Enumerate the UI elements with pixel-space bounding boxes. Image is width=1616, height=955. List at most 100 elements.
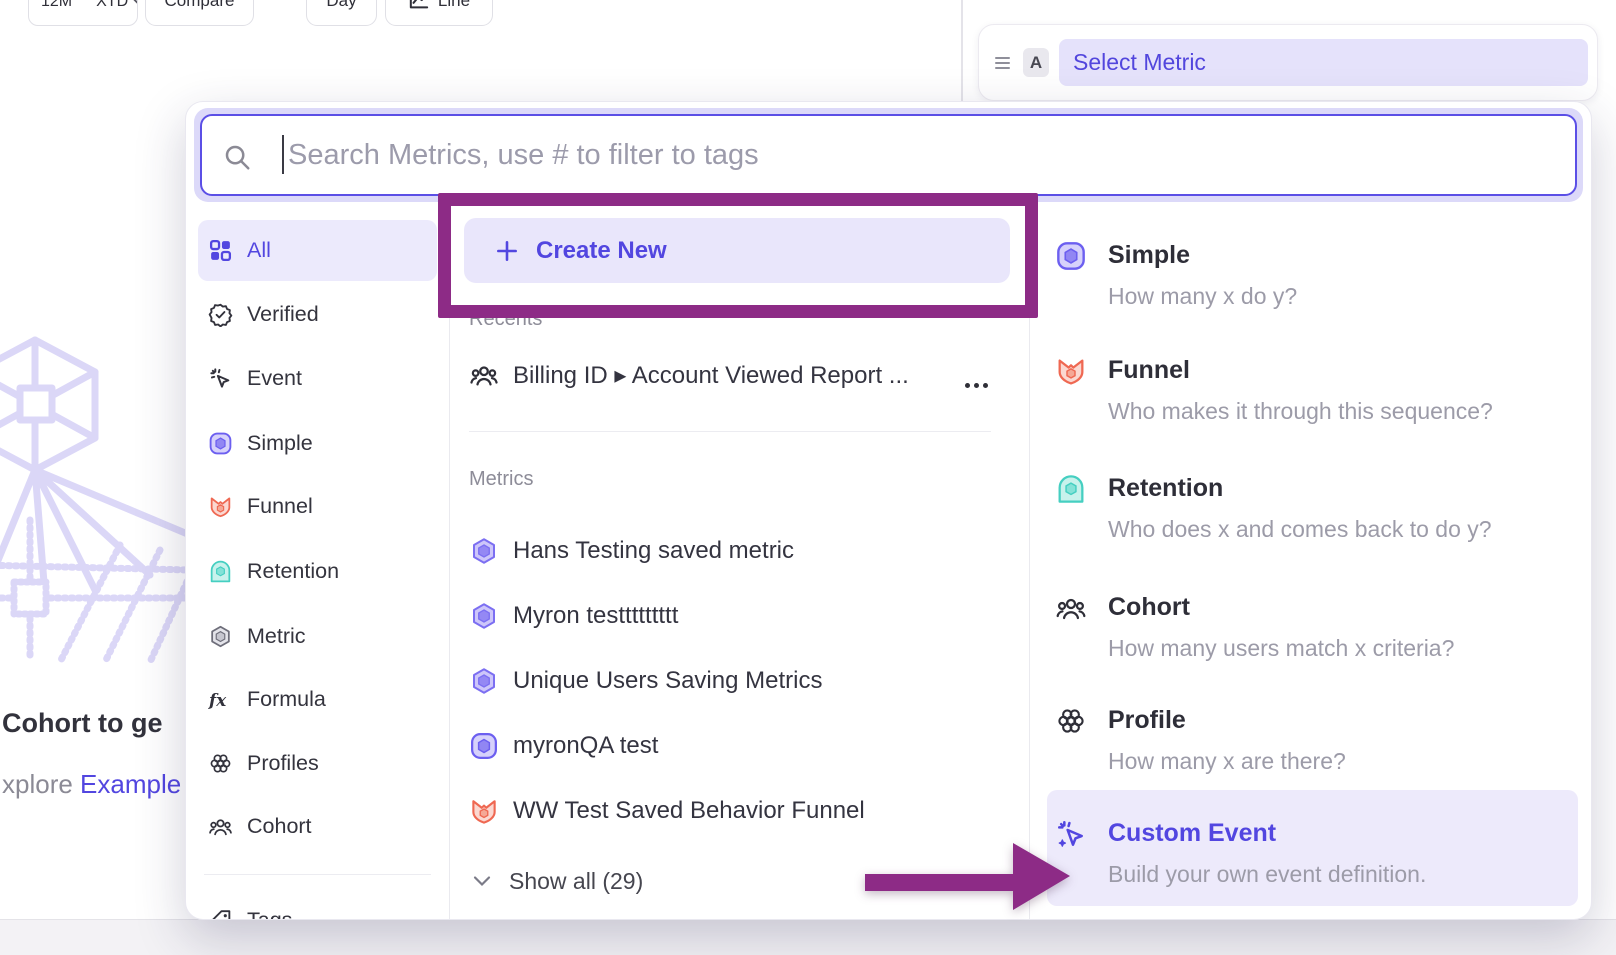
sidebar-item-all[interactable]: All [198,220,437,281]
series-a-badge: A [1023,48,1049,77]
formula-fx-icon: fx [207,686,233,712]
show-all-label: Show all (29) [509,868,643,895]
types-divider [1029,206,1030,919]
create-new-button[interactable]: Create New [464,218,1010,283]
funnel-icon [469,796,499,826]
metric-list-item[interactable]: Myron testtttttttt [469,595,678,637]
range-xtd-button[interactable]: XTD [84,0,138,25]
funnel-icon [1055,355,1087,387]
chevron-down-icon [473,875,491,887]
search-box [200,114,1577,196]
sidebar-label: Formula [247,687,326,712]
simple-metric-icon [469,731,499,761]
sidebar-item-cohort[interactable]: Cohort [198,798,437,854]
type-funnel-desc: Who makes it through this sequence? [1108,398,1493,425]
recent-item-billing[interactable]: Billing ID ▸ Account Viewed Report ... [469,354,909,396]
sidebar-item-funnel[interactable]: Funnel [198,478,437,534]
metric-item-label: Hans Testing saved metric [513,537,794,565]
cohort-people-icon [469,360,499,390]
metric-hexagon-icon [469,536,499,566]
sidebar-bottom-divider [204,874,431,875]
chevron-down-icon [133,0,138,7]
type-custom-event-desc: Build your own event definition. [1108,861,1426,888]
sidebar-label: Verified [247,302,319,327]
sidebar-label: Simple [247,431,313,456]
recents-header: Recents [469,308,542,331]
create-new-label: Create New [536,237,667,265]
type-simple-desc: How many x do y? [1108,283,1297,310]
retention-icon [207,558,233,584]
metric-item-label: WW Test Saved Behavior Funnel [513,797,865,825]
sidebar-label: All [247,238,271,263]
explore-prefix-text: xplore [2,769,80,799]
chart-type-label: Line [438,0,470,11]
grid-icon [207,238,233,264]
background-headline: Cohort to ge [2,708,186,739]
profiles-flower-icon [207,750,233,776]
event-cursor-icon [207,365,233,391]
metric-slot-card: A Select Metric [978,24,1598,101]
sidebar-item-profiles[interactable]: Profiles [198,735,437,791]
type-profile[interactable]: Profile [1108,706,1186,735]
select-metric-field[interactable]: Select Metric [1059,39,1588,86]
chart-type-line-button[interactable]: Line [385,0,493,26]
type-profile-desc: How many x are there? [1108,748,1346,775]
metric-list-item[interactable]: Unique Users Saving Metrics [469,660,822,702]
sidebar-item-event[interactable]: Event [198,350,437,406]
type-retention-desc: Who does x and comes back to do y? [1108,516,1492,543]
metric-hexagon-icon [469,666,499,696]
interval-day-button[interactable]: Day [306,0,377,26]
custom-event-highlight [1047,790,1578,906]
type-custom-event[interactable]: Custom Event [1108,819,1276,848]
recent-item-overflow-dots[interactable] [965,383,988,388]
compare-label: Compare [165,0,235,11]
compare-button[interactable]: Compare [145,0,254,26]
custom-event-cursor-icon [1055,818,1087,850]
simple-metric-icon [1055,240,1087,272]
range-12m-button[interactable]: 12M [29,0,84,25]
metric-list-item[interactable]: WW Test Saved Behavior Funnel [469,790,865,832]
line-chart-icon [408,0,430,11]
tag-icon [207,907,233,920]
drag-handle-icon[interactable] [994,55,1012,71]
simple-metric-icon [207,430,233,456]
metric-item-label: Unique Users Saving Metrics [513,667,822,695]
metric-hexagon-icon [469,601,499,631]
svg-text:fx: fx [208,689,227,709]
sidebar-item-formula[interactable]: fx Formula [198,671,437,727]
sidebar-divider [449,206,450,919]
funnel-icon [207,493,233,519]
sidebar-label: Retention [247,559,339,584]
metric-list-item[interactable]: Hans Testing saved metric [469,530,794,572]
type-cohort[interactable]: Cohort [1108,593,1190,622]
sidebar-item-verified[interactable]: Verified [198,286,437,342]
metric-item-label: Myron testtttttttt [513,602,678,630]
sidebar-item-tags[interactable]: Tags [198,892,437,920]
metric-list-item[interactable]: myronQA test [469,725,658,767]
cohort-people-icon [207,813,233,839]
profiles-flower-icon [1055,705,1087,737]
recents-metrics-divider [469,431,991,432]
verified-seal-icon [207,301,233,327]
search-input[interactable] [202,116,1575,194]
sidebar-label: Event [247,366,302,391]
sidebar-label: Tags [247,908,292,921]
page-bottom-strip [0,919,1616,955]
recent-item-label: Billing ID ▸ Account Viewed Report ... [513,361,909,390]
show-all-toggle[interactable]: Show all (29) [469,860,643,902]
type-cohort-desc: How many users match x criteria? [1108,635,1454,662]
plus-icon [494,238,520,264]
sidebar-item-retention[interactable]: Retention [198,543,437,599]
type-simple[interactable]: Simple [1108,241,1190,270]
example-link[interactable]: Example [80,769,181,799]
date-range-segmented-control[interactable]: 12M XTD [28,0,138,26]
metric-picker-modal: All Verified Event Simple Funnel Retenti… [185,101,1592,920]
cohort-people-icon [1055,592,1087,624]
sidebar-label: Funnel [247,494,313,519]
sidebar-item-simple[interactable]: Simple [198,415,437,471]
interval-label: Day [326,0,356,11]
type-retention[interactable]: Retention [1108,474,1223,503]
range-xtd-label: XTD [96,0,128,11]
type-funnel[interactable]: Funnel [1108,356,1190,385]
sidebar-item-metric[interactable]: Metric [198,608,437,664]
